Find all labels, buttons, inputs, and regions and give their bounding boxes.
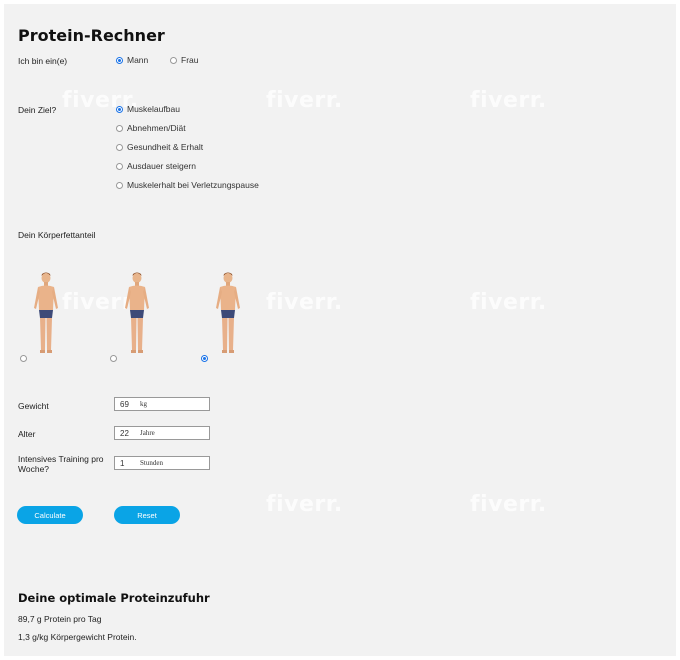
bodyfat-radio[interactable] (201, 355, 208, 362)
radio-button[interactable] (116, 105, 123, 113)
age-label: Alter (18, 429, 36, 439)
goal-option[interactable]: Gesundheit & Erhalt (116, 142, 203, 152)
watermark: fiverr. (266, 492, 343, 517)
goal-option-label: Muskelaufbau (127, 104, 180, 114)
bodyfat-radio[interactable] (110, 355, 117, 362)
watermark: fiverr. (470, 492, 547, 517)
watermark: fiverr. (266, 290, 343, 315)
gender-option-female[interactable]: Frau (170, 55, 198, 65)
calculator-panel: fiverr. fiverr. fiverr. fiverr. fiverr. … (4, 4, 676, 656)
training-field[interactable]: 1 Stunden (114, 456, 210, 470)
goal-option[interactable]: Abnehmen/Diät (116, 123, 186, 133)
body-figure-icon (125, 272, 149, 353)
weight-unit: kg (140, 400, 147, 408)
watermark: fiverr. (470, 290, 547, 315)
weight-label: Gewicht (18, 401, 49, 411)
goal-option-label: Ausdauer steigern (127, 161, 196, 171)
bodyfat-figure (29, 270, 63, 362)
training-unit: Stunden (140, 459, 163, 467)
gender-option-label: Mann (127, 55, 149, 65)
result-per-kg: 1,3 g/kg Körpergewicht Protein. (18, 632, 137, 642)
radio-button[interactable] (170, 56, 177, 64)
gender-option-label: Frau (181, 55, 199, 65)
goal-option[interactable]: Muskelerhalt bei Verletzungspause (116, 180, 259, 190)
radio-button[interactable] (116, 162, 123, 170)
training-value: 1 (120, 458, 125, 468)
radio-button[interactable] (116, 124, 123, 132)
body-figure-icon (34, 272, 58, 353)
calculate-button[interactable]: Calculate (17, 506, 83, 524)
goal-option-label: Abnehmen/Diät (127, 123, 186, 133)
bodyfat-figure (120, 270, 154, 362)
page-title: Protein-Rechner (18, 26, 165, 45)
goal-option[interactable]: Ausdauer steigern (116, 161, 196, 171)
reset-button[interactable]: Reset (114, 506, 180, 524)
radio-button[interactable] (116, 56, 123, 64)
result-title: Deine optimale Proteinzufuhr (18, 591, 210, 605)
training-label: Intensives Training pro Woche? (18, 454, 104, 474)
radio-button[interactable] (116, 143, 123, 151)
body-figure-icon (216, 272, 240, 353)
weight-field[interactable]: 69 kg (114, 397, 210, 411)
bodyfat-figure (211, 270, 245, 362)
goal-option[interactable]: Muskelaufbau (116, 104, 180, 114)
age-value: 22 (120, 428, 129, 438)
result-per-day: 89,7 g Protein pro Tag (18, 614, 102, 624)
bodyfat-radio[interactable] (20, 355, 27, 362)
goal-option-label: Gesundheit & Erhalt (127, 142, 204, 152)
goal-option-label: Muskelerhalt bei Verletzungspause (127, 180, 259, 190)
bodyfat-label: Dein Körperfettanteil (18, 230, 96, 240)
age-unit: Jahre (140, 429, 155, 437)
watermark: fiverr. (266, 88, 343, 113)
goal-label: Dein Ziel? (18, 105, 57, 115)
age-field[interactable]: 22 Jahre (114, 426, 210, 440)
radio-button[interactable] (116, 181, 123, 189)
watermark: fiverr. (470, 88, 547, 113)
gender-label: Ich bin ein(e) (18, 56, 68, 66)
weight-value: 69 (120, 399, 129, 409)
gender-option-male[interactable]: Mann (116, 55, 148, 65)
